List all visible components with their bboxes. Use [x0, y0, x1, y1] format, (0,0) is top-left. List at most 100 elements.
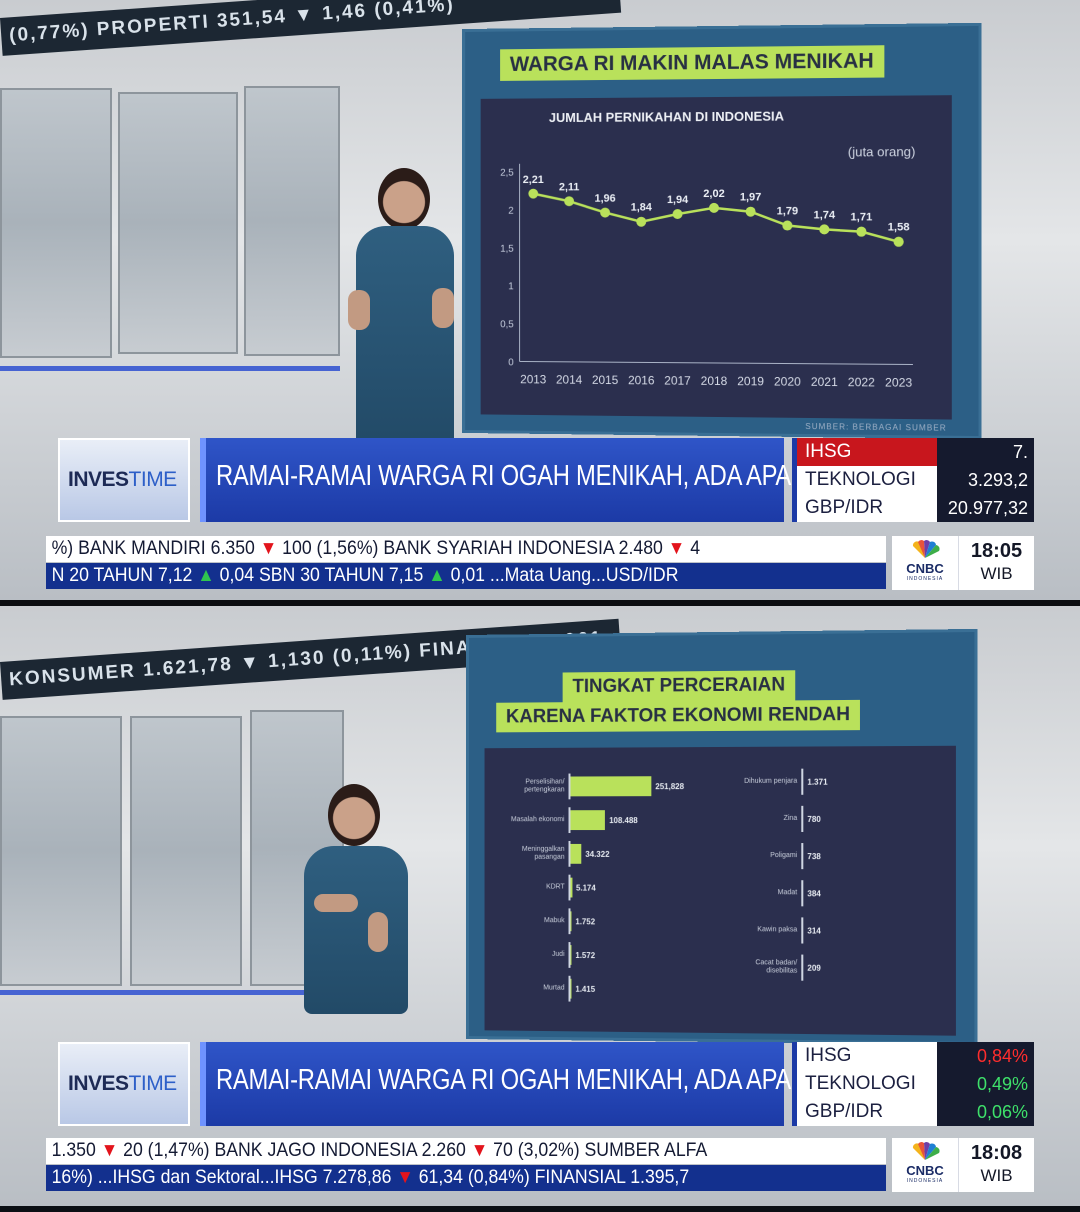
logo-text-time: TIME — [128, 468, 178, 491]
x-tick-label: 2016 — [628, 373, 655, 387]
clock-time: 18:05 — [970, 540, 1023, 562]
presenter-arm — [314, 894, 358, 912]
bar-row: Meninggalkan pasangan 34.322 — [502, 840, 610, 867]
market-value: 20.977,32 — [937, 494, 1034, 522]
x-tick-label: 2020 — [774, 374, 801, 388]
ticker-text: 4 — [685, 538, 701, 559]
presenter — [292, 782, 422, 1014]
bar — [570, 843, 582, 864]
bar-category-label: Dihukum penjara — [744, 777, 798, 785]
broadcast-frame-top: (0,77%) PROPERTI 351,54 ▼ 1,46 (0,41%) W… — [0, 0, 1080, 600]
x-tick-label: 2018 — [701, 374, 728, 388]
ticker-text: 1.350 — [51, 1140, 101, 1161]
lower-third: INVESTIME RAMAI-RAMAI WARGA RI OGAH MENI… — [58, 1042, 1034, 1126]
ticker-text: 0,01 ...Mata Uang...USD/IDR — [445, 565, 679, 586]
bar-value-label: 384 — [807, 888, 821, 898]
bar-value-label: 34.322 — [585, 849, 610, 859]
bar-row: KDRT 5.174 — [502, 874, 596, 901]
data-label: 1,96 — [595, 193, 616, 205]
market-row-teknologi: TEKNOLOGI 3.293,2 — [792, 466, 1034, 494]
data-point — [893, 236, 904, 247]
down-arrow-icon: ▼ — [259, 538, 278, 559]
studio-panel — [118, 92, 238, 354]
program-logo: INVESTIME — [58, 438, 190, 522]
data-point — [564, 196, 575, 207]
cnbc-logo: CNBC INDONESIA — [892, 1138, 958, 1192]
market-panel: IHSG 7. TEKNOLOGI 3.293,2 GBP/IDR 20.977… — [792, 438, 1034, 522]
bar-row: Cacat badan/ disebilitas 209 — [733, 954, 821, 981]
bar — [570, 810, 606, 831]
bar-value-label: 108.488 — [609, 815, 638, 825]
x-tick-label: 2013 — [520, 372, 546, 386]
bar-row: Mabuk 1.752 — [502, 908, 596, 935]
presenter-arm — [432, 288, 454, 328]
studio-panel — [0, 716, 122, 986]
logo-text-inves: INVES — [68, 1072, 129, 1095]
cnbc-subtext: INDONESIA — [906, 1178, 944, 1184]
headline-banner: RAMAI-RAMAI WARGA RI OGAH MENIKAH, ADA A… — [200, 438, 804, 522]
down-arrow-icon: ▼ — [396, 1167, 414, 1188]
market-value: 0,84% — [937, 1042, 1034, 1070]
data-point — [600, 207, 611, 218]
data-label: 2,11 — [559, 181, 579, 193]
clock-box: CNBC INDONESIA 18:08 WIB — [892, 1138, 1034, 1192]
x-tick-label: 2015 — [592, 373, 619, 387]
x-tick-label: 2021 — [811, 375, 838, 389]
bar-value-label: 1.371 — [807, 777, 828, 787]
program-logo: INVESTIME — [58, 1042, 190, 1126]
bond-ticker: N 20 TAHUN 7,12 ▲ 0,04 SBN 30 TAHUN 7,15… — [46, 563, 886, 589]
cnbc-logo: CNBC INDONESIA — [892, 536, 958, 590]
bar — [570, 978, 572, 999]
bar-category-label: Judi — [552, 950, 565, 958]
presenter-dress — [356, 226, 454, 446]
bar-value-label: 1.752 — [575, 916, 596, 926]
data-point — [709, 202, 719, 213]
data-label: 1,58 — [888, 221, 910, 233]
bar-chart-left: Perselisihan/ pertengkaran 251,828 Masalah… — [502, 773, 729, 1023]
bar-row: Dihukum penjara 1.371 — [733, 768, 828, 795]
studio-light-strip — [0, 366, 340, 371]
up-arrow-icon: ▲ — [428, 565, 446, 586]
data-point — [528, 188, 539, 199]
ticker-text: 70 (3,02%) SUMBER ALFA — [488, 1140, 708, 1161]
headline-text: RAMAI-RAMAI WARGA RI OGAH MENIKAH, ADA A… — [216, 460, 805, 492]
down-arrow-icon: ▼ — [667, 538, 686, 559]
bar-category-label: KDRT — [546, 883, 565, 891]
data-label: 1,94 — [667, 194, 688, 206]
chart-title-line2: KARENA FAKTOR EKONOMI RENDAH — [496, 699, 861, 733]
data-label: 1,71 — [851, 211, 873, 223]
data-label: 1,84 — [631, 202, 652, 214]
studio-panel — [244, 86, 340, 356]
bar-category-label: Mabuk — [544, 917, 565, 925]
chart-source: SUMBER: BERBAGAI SUMBER — [805, 421, 947, 433]
bar-value-label: 314 — [807, 925, 821, 936]
y-tick-label: 2 — [508, 206, 514, 217]
x-tick-label: 2019 — [737, 374, 764, 388]
up-arrow-icon: ▲ — [197, 565, 215, 586]
ticker-text: 20 (1,47%) BANK JAGO INDONESIA 2.260 — [118, 1140, 471, 1161]
data-point — [672, 209, 683, 220]
bar-category-label: Kawin paksa — [757, 926, 798, 934]
time-display: 18:08 WIB — [958, 1138, 1034, 1192]
presenter-dress — [304, 846, 408, 1014]
market-value: 3.293,2 — [937, 466, 1034, 494]
data-label: 1,97 — [740, 192, 761, 204]
x-tick-label: 2022 — [848, 375, 875, 389]
ticker-text: 0,04 SBN 30 TAHUN 7,15 — [214, 565, 429, 586]
bar-row: Kawin paksa 314 — [733, 917, 821, 944]
stock-ticker: 1.350 ▼ 20 (1,47%) BANK JAGO INDONESIA 2… — [46, 1138, 886, 1164]
down-arrow-icon: ▼ — [470, 1140, 489, 1161]
clock-time: 18:08 — [970, 1142, 1023, 1164]
bar-axis-line — [801, 843, 804, 870]
bar-value-label: 1.415 — [575, 984, 596, 994]
time-display: 18:05 WIB — [958, 536, 1034, 590]
broadcast-frame-bottom: KONSUMER 1.621,78 ▼ 1,130 (0,11%) FINANS… — [0, 606, 1080, 1206]
data-label: 1,74 — [813, 209, 835, 221]
bar-value-label: 1.572 — [575, 950, 596, 960]
bar-category-label: Poligami — [770, 852, 798, 860]
clock-box: CNBC INDONESIA 18:05 WIB — [892, 536, 1034, 590]
ticker-text: %) BANK MANDIRI 6.350 — [51, 538, 260, 559]
chart-subtitle: JUMLAH PERNIKAHAN DI INDONESIA — [548, 108, 785, 126]
bar — [570, 911, 572, 932]
data-label: 2,02 — [703, 188, 724, 200]
